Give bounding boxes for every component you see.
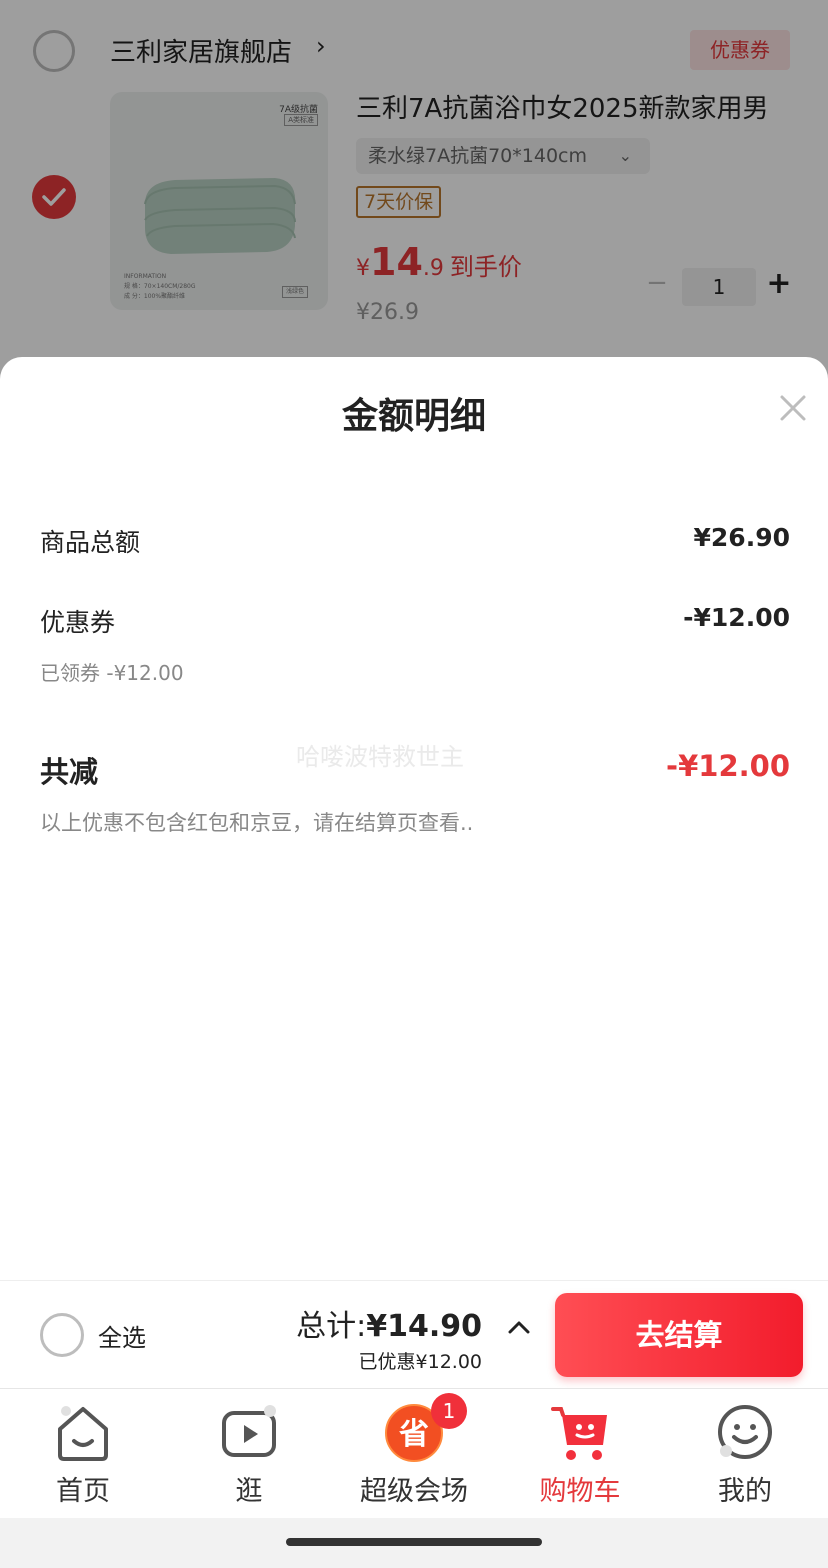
chevron-up-icon[interactable] xyxy=(506,1317,532,1337)
checkout-bar: 全选 总计:¥14.90 已优惠¥12.00 去结算 xyxy=(0,1280,828,1388)
tab-label: 超级会场 xyxy=(360,1476,468,1507)
tab-home[interactable]: 首页 xyxy=(0,1389,166,1519)
tab-label: 购物车 xyxy=(539,1476,621,1507)
saved-amount[interactable]: 已优惠¥12.00 xyxy=(359,1347,482,1374)
cart-icon xyxy=(551,1407,607,1460)
amount-detail-sheet: 金额明细 商品总额 ¥26.90 优惠券 -¥12.00 已领券 -¥12.00… xyxy=(0,357,828,1280)
select-all-label[interactable]: 全选 xyxy=(98,1318,146,1353)
total-reduce-value: -¥12.00 xyxy=(666,749,790,783)
tab-super-venue[interactable]: 省 1 超级会场 xyxy=(331,1389,497,1519)
tab-profile[interactable]: 我的 xyxy=(662,1389,828,1519)
disclaimer-text: 以上优惠不包含红包和京豆，请在结算页查看.. xyxy=(40,811,474,835)
coupon-value: -¥12.00 xyxy=(683,603,790,632)
coupon-detail: 已领券 -¥12.00 xyxy=(40,661,184,685)
total-amount: ¥14.90 xyxy=(366,1309,482,1344)
home-icon xyxy=(58,1406,108,1461)
close-icon[interactable] xyxy=(776,391,810,425)
goods-total-label: 商品总额 xyxy=(40,528,141,557)
tab-label: 逛 xyxy=(235,1476,263,1507)
tab-label: 我的 xyxy=(718,1476,772,1507)
coupon-label: 优惠券 xyxy=(40,608,116,637)
tab-cart[interactable]: 购物车 xyxy=(497,1389,663,1519)
screen: 三利家居旗舰店 › 优惠券 7A级抗菌 A类标准 INFORMATION 规 格… xyxy=(0,0,828,1568)
total-price[interactable]: 总计:¥14.90 xyxy=(296,1301,482,1345)
checkout-button[interactable]: 去结算 xyxy=(555,1293,803,1377)
sheet-title: 金额明细 xyxy=(341,396,486,437)
notification-badge: 1 xyxy=(431,1393,467,1429)
tab-label: 首页 xyxy=(56,1476,110,1507)
watermark: 哈喽波特救世主 xyxy=(296,743,464,771)
profile-icon xyxy=(718,1405,772,1459)
bottom-tab-bar: 首页 逛 省 1 超级会场 购物车 我的 xyxy=(0,1388,828,1518)
save-glyph: 省 xyxy=(399,1417,429,1452)
modal-overlay[interactable] xyxy=(0,0,828,380)
total-reduce-label: 共减 xyxy=(40,755,99,789)
goods-total-value: ¥26.90 xyxy=(693,523,790,552)
total-prefix: 总计: xyxy=(296,1309,367,1344)
video-icon xyxy=(222,1405,276,1457)
select-all-radio[interactable] xyxy=(40,1313,84,1357)
tab-browse[interactable]: 逛 xyxy=(166,1389,332,1519)
home-indicator[interactable] xyxy=(286,1538,542,1546)
system-home-area xyxy=(0,1518,828,1568)
